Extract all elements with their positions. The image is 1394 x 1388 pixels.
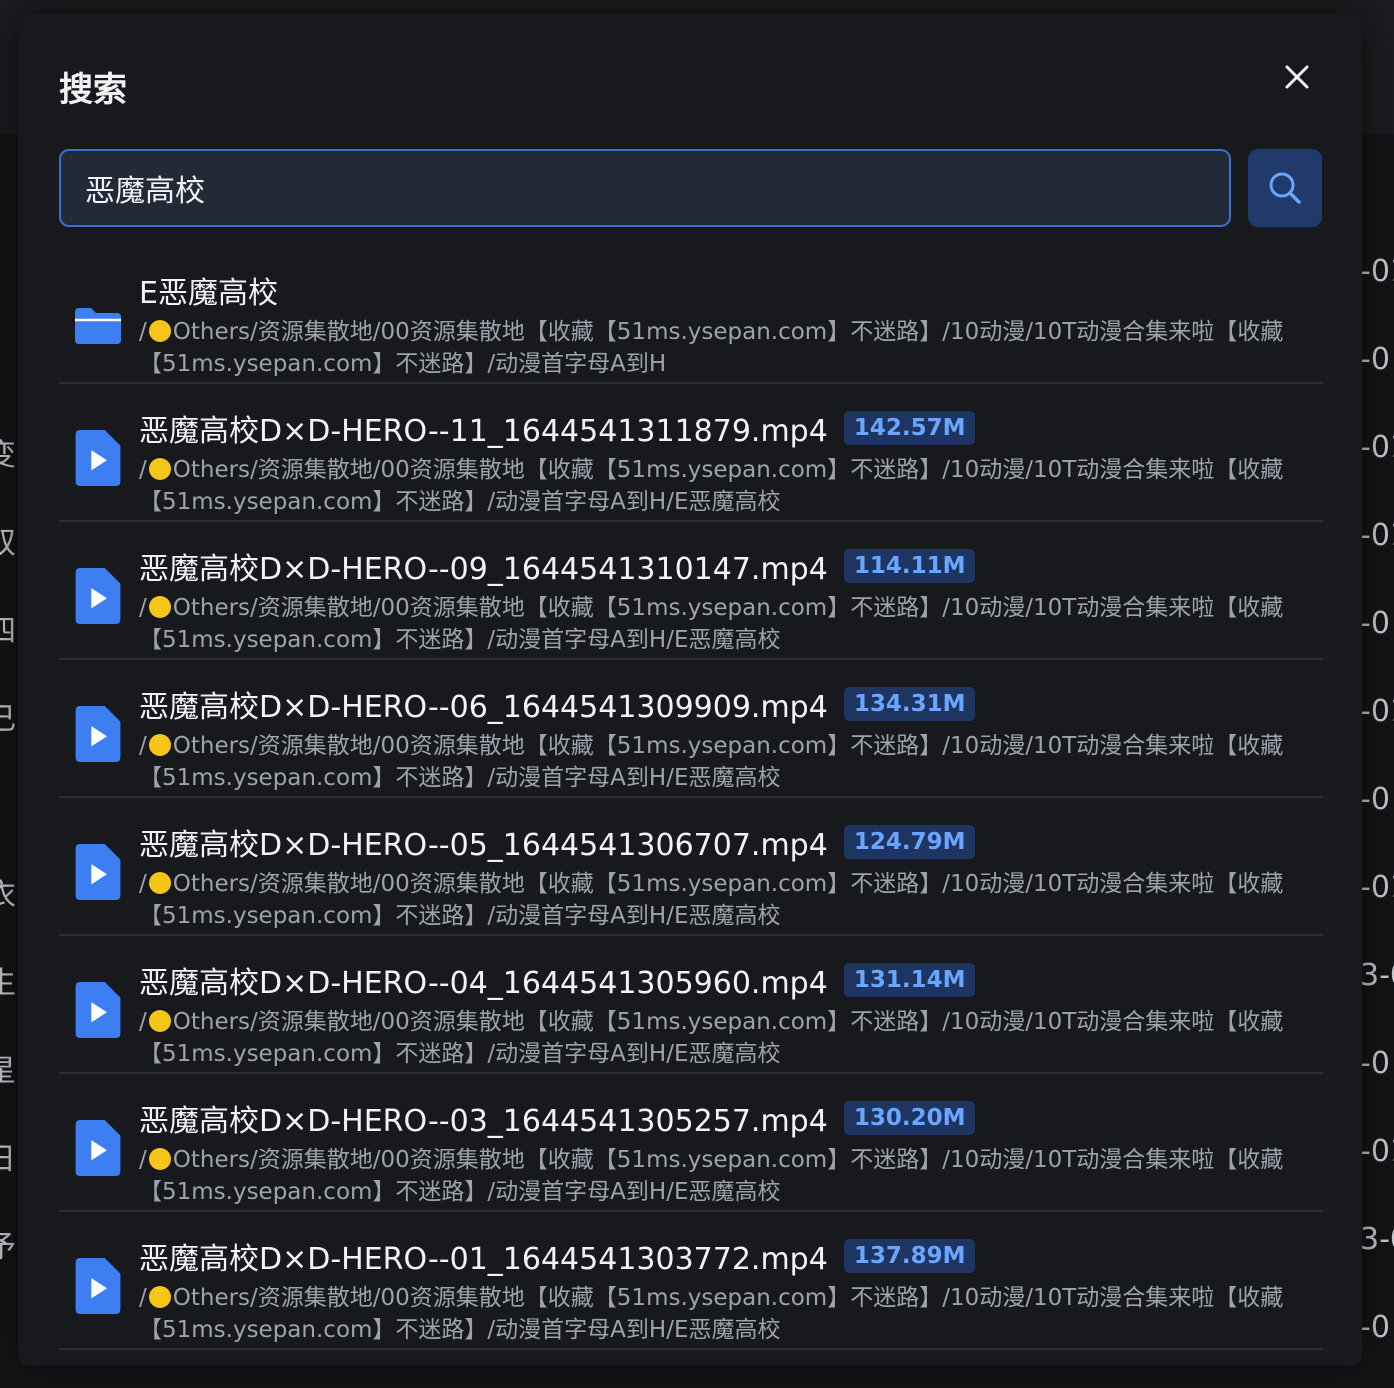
result-name-text: 恶魔高校D×D-HERO--05_1644541306707.mp4 <box>139 828 828 863</box>
result-name: 恶魔高校D×D-HERO--11_1644541311879.mp4 142.5… <box>139 406 976 450</box>
result-row-file[interactable]: 恶魔高校D×D-HERO--05_1644541306707.mp4 124.7… <box>59 798 1323 936</box>
result-name: E恶魔高校 <box>139 268 278 312</box>
result-path: / Others/资源集散地/00资源集散地【收藏【51ms.ysepan.com… <box>139 868 1309 932</box>
result-name-text: 恶魔高校D×D-HERO--04_1644541305960.mp4 <box>139 966 828 1001</box>
background-text: -01 <box>1360 518 1394 553</box>
background-right-column: -01 -0 -01 -01 -0 -01 -0 -01 3-0 -0 -01 … <box>1358 0 1394 1388</box>
search-button[interactable] <box>1248 149 1322 227</box>
modal-title: 搜索 <box>59 70 127 110</box>
result-row-file[interactable]: 恶魔高校D×D-HERO--01_1644541303772.mp4 137.8… <box>59 1212 1323 1350</box>
size-badge: 134.31M <box>843 687 976 721</box>
search-modal: 搜索 E恶魔高校 /Others/资源集散地/00资源集散地【收藏【51ms.y… <box>18 14 1362 1366</box>
emoji-icon <box>148 1148 171 1170</box>
emoji-icon <box>148 596 171 618</box>
search-input[interactable] <box>59 149 1231 227</box>
close-button[interactable] <box>1280 60 1314 94</box>
size-badge: 131.14M <box>843 963 976 997</box>
background-text: -0 <box>1360 342 1390 377</box>
result-row-file[interactable]: 恶魔高校D×D-HERO--09_1644541310147.mp4 114.1… <box>59 522 1323 660</box>
path-text: Others/资源集散地/00资源集散地【收藏【51ms.ysepan.com】… <box>139 1285 1284 1343</box>
background-text: 3-0 <box>1360 958 1394 993</box>
size-badge: 137.89M <box>843 1239 976 1273</box>
size-badge: 142.57M <box>843 411 976 445</box>
result-path: / Others/资源集散地/00资源集散地【收藏【51ms.ysepan.com… <box>139 1144 1309 1208</box>
result-path: / Others/资源集散地/00资源集散地【收藏【51ms.ysepan.com… <box>139 592 1309 656</box>
result-name-text: E恶魔高校 <box>139 276 278 311</box>
background-text: -0 <box>1360 1310 1390 1345</box>
path-prefix: / <box>139 1009 147 1035</box>
result-name: 恶魔高校D×D-HERO--05_1644541306707.mp4 124.7… <box>139 820 976 864</box>
search-icon <box>1269 172 1301 204</box>
path-text: Others/资源集散地/00资源集散地【收藏【51ms.ysepan.com】… <box>139 595 1284 653</box>
emoji-icon <box>148 458 171 480</box>
background-text: -0 <box>1360 782 1390 817</box>
emoji-icon <box>148 872 171 894</box>
video-file-icon <box>75 844 121 900</box>
background-text: -01 <box>1360 1134 1394 1169</box>
video-file-icon <box>75 706 121 762</box>
size-badge: 130.20M <box>843 1101 976 1135</box>
result-row-file[interactable]: 恶魔高校D×D-HERO--04_1644541305960.mp4 131.1… <box>59 936 1323 1074</box>
path-prefix: / <box>139 1147 147 1173</box>
background-text: 3-0 <box>1360 1222 1394 1257</box>
path-text: Others/资源集散地/00资源集散地【收藏【51ms.ysepan.com】… <box>139 733 1284 791</box>
background-text: -01 <box>1360 694 1394 729</box>
result-row-file[interactable]: 恶魔高校D×D-HERO--06_1644541309909.mp4 134.3… <box>59 660 1323 798</box>
emoji-icon <box>148 320 171 342</box>
path-text: Others/资源集散地/00资源集散地【收藏【51ms.ysepan.com】… <box>139 319 1284 377</box>
emoji-icon <box>148 734 171 756</box>
result-name-text: 恶魔高校D×D-HERO--03_1644541305257.mp4 <box>139 1104 828 1139</box>
result-name: 恶魔高校D×D-HERO--06_1644541309909.mp4 134.3… <box>139 682 976 726</box>
result-path: / Others/资源集散地/00资源集散地【收藏【51ms.ysepan.com… <box>139 454 1309 518</box>
result-name: 恶魔高校D×D-HERO--09_1644541310147.mp4 114.1… <box>139 544 976 588</box>
folder-icon <box>75 308 121 344</box>
result-row-file[interactable]: 恶魔高校D×D-HERO--03_1644541305257.mp4 130.2… <box>59 1074 1323 1212</box>
emoji-icon <box>148 1286 171 1308</box>
result-path: / Others/资源集散地/00资源集散地【收藏【51ms.ysepan.com… <box>139 1006 1309 1070</box>
path-prefix: / <box>139 733 147 759</box>
background-text: -01 <box>1360 254 1394 289</box>
background-text: -0 <box>1360 1046 1390 1081</box>
results-list: E恶魔高校 / Others/资源集散地/00资源集散地【收藏【51ms.ysep… <box>59 246 1323 1350</box>
background-text: -01 <box>1360 870 1394 905</box>
result-path: / Others/资源集散地/00资源集散地【收藏【51ms.ysepan.com… <box>139 730 1309 794</box>
background-left-column: 变 双 四 己 衣 生 星 日 予 <box>0 134 18 1388</box>
path-prefix: / <box>139 319 147 345</box>
path-prefix: / <box>139 1285 147 1311</box>
result-name-text: 恶魔高校D×D-HERO--09_1644541310147.mp4 <box>139 552 828 587</box>
result-name-text: 恶魔高校D×D-HERO--01_1644541303772.mp4 <box>139 1242 828 1277</box>
result-name-text: 恶魔高校D×D-HERO--11_1644541311879.mp4 <box>139 414 828 449</box>
video-file-icon <box>75 1258 121 1314</box>
result-name-text: 恶魔高校D×D-HERO--06_1644541309909.mp4 <box>139 690 828 725</box>
result-row-folder[interactable]: E恶魔高校 / Others/资源集散地/00资源集散地【收藏【51ms.ysep… <box>59 246 1323 384</box>
path-prefix: / <box>139 595 147 621</box>
result-path: / Others/资源集散地/00资源集散地【收藏【51ms.ysepan.com… <box>139 316 1309 380</box>
emoji-icon <box>148 1010 171 1032</box>
path-text: Others/资源集散地/00资源集散地【收藏【51ms.ysepan.com】… <box>139 1009 1284 1067</box>
video-file-icon <box>75 568 121 624</box>
path-prefix: / <box>139 871 147 897</box>
close-icon <box>1285 65 1309 89</box>
result-name: 恶魔高校D×D-HERO--03_1644541305257.mp4 130.2… <box>139 1096 976 1140</box>
video-file-icon <box>75 1120 121 1176</box>
background-text: -01 <box>1360 430 1394 465</box>
size-badge: 114.11M <box>843 549 976 583</box>
video-file-icon <box>75 982 121 1038</box>
video-file-icon <box>75 430 121 486</box>
path-text: Others/资源集散地/00资源集散地【收藏【51ms.ysepan.com】… <box>139 1147 1284 1205</box>
result-name: 恶魔高校D×D-HERO--01_1644541303772.mp4 137.8… <box>139 1234 976 1278</box>
result-path: / Others/资源集散地/00资源集散地【收藏【51ms.ysepan.com… <box>139 1282 1309 1346</box>
result-name: 恶魔高校D×D-HERO--04_1644541305960.mp4 131.1… <box>139 958 976 1002</box>
result-row-file[interactable]: 恶魔高校D×D-HERO--11_1644541311879.mp4 142.5… <box>59 384 1323 522</box>
path-text: Others/资源集散地/00资源集散地【收藏【51ms.ysepan.com】… <box>139 871 1284 929</box>
size-badge: 124.79M <box>843 825 976 859</box>
path-text: Others/资源集散地/00资源集散地【收藏【51ms.ysepan.com】… <box>139 457 1284 515</box>
background-text: -0 <box>1360 606 1390 641</box>
path-prefix: / <box>139 457 147 483</box>
